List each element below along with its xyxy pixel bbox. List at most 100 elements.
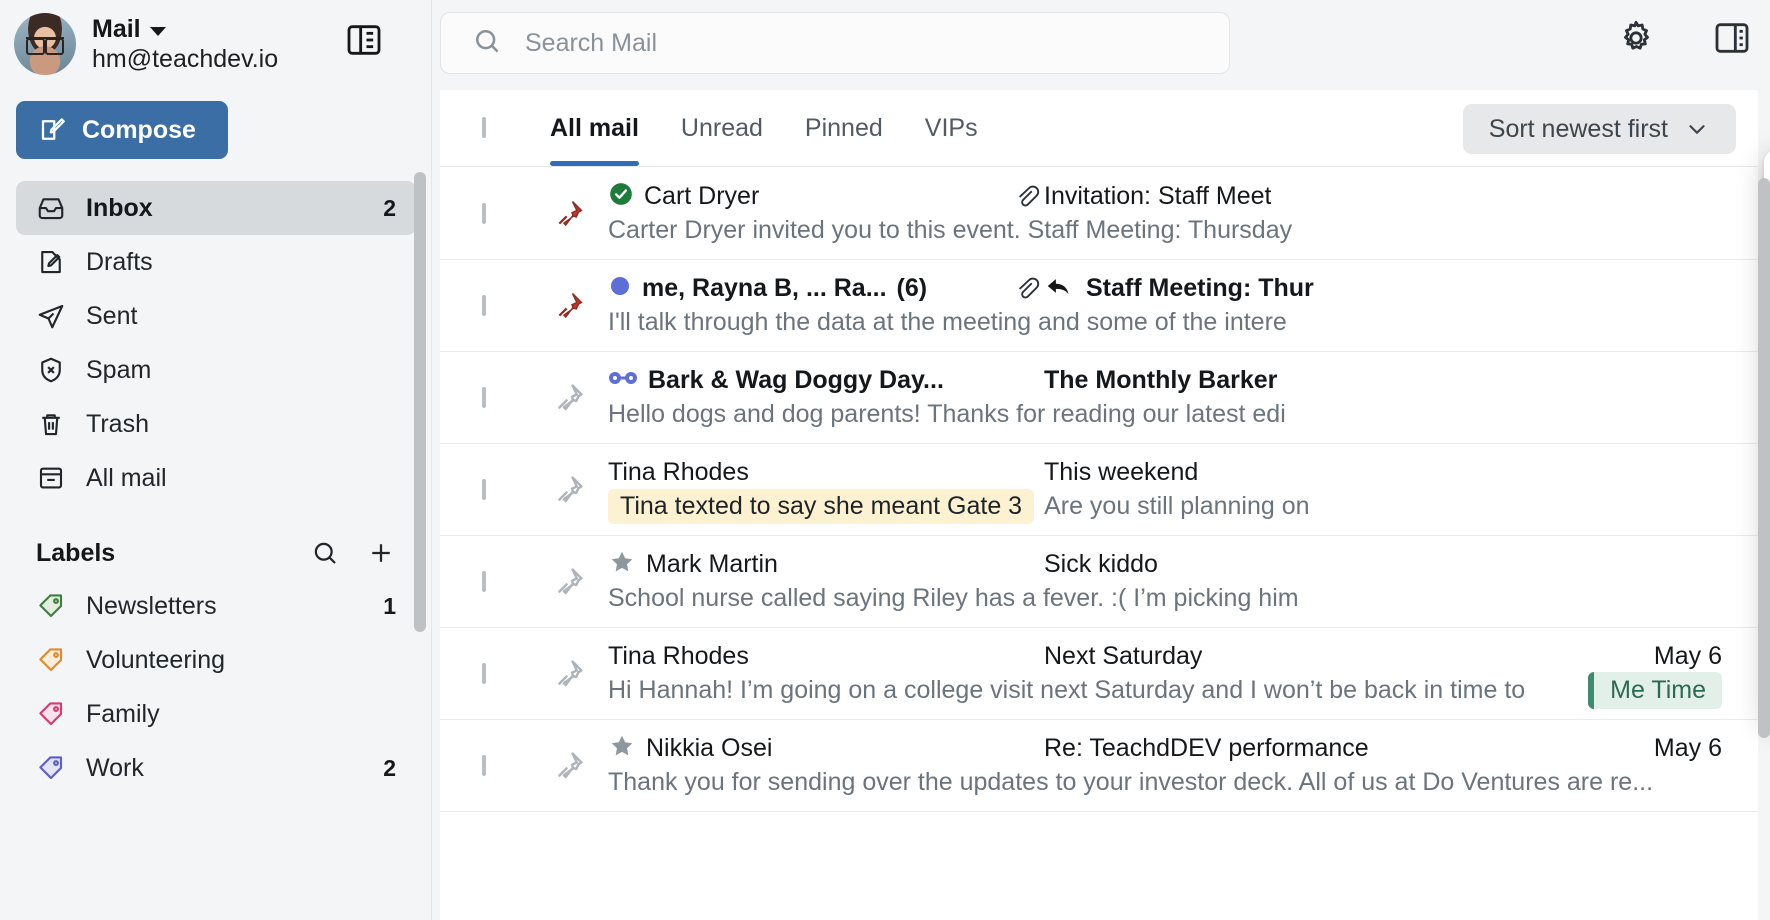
- row-checkbox[interactable]: [482, 478, 486, 500]
- sidebar-item-all-mail[interactable]: All mail: [16, 451, 416, 505]
- tab-all-mail[interactable]: All mail: [550, 90, 639, 166]
- date: May 6: [1653, 734, 1722, 762]
- plus-icon[interactable]: [366, 538, 396, 568]
- pin-outline-icon[interactable]: [552, 749, 586, 783]
- sender-name: Tina Rhodes: [608, 642, 749, 670]
- pin-icon[interactable]: [552, 289, 586, 323]
- sender-name: Nikkia Osei: [646, 734, 773, 762]
- avatar-glasses-detail: [25, 36, 65, 55]
- tag-icon: [39, 702, 63, 726]
- sidebar-item-count: 2: [383, 194, 396, 221]
- select-all-checkbox-wrap: [482, 117, 486, 138]
- sidebar-label-work[interactable]: Work 2: [16, 741, 416, 795]
- sender-name: Cart Dryer: [644, 182, 760, 210]
- app-title: Mail: [92, 14, 141, 43]
- table-row[interactable]: Cart Dryer Invitation: Staff Meet Carter…: [440, 168, 1758, 260]
- table-row[interactable]: me, Rayna B, ... Ra... (6) Staff Meeting…: [440, 260, 1758, 352]
- tabs: All mail Unread Pinned VIPs: [550, 90, 978, 166]
- subject: Re: TeachdDEV performance: [1044, 734, 1369, 762]
- sidebar-label-family[interactable]: Family: [16, 687, 416, 741]
- folder-nav: Inbox 2 Drafts Sent Spam Trash All mail: [0, 181, 432, 505]
- sidebar-item-spam[interactable]: Spam: [16, 343, 416, 397]
- chevron-down-icon: [1689, 125, 1705, 134]
- subject: Staff Meeting: Thur: [1086, 274, 1314, 302]
- pin-outline-icon[interactable]: [552, 657, 586, 691]
- snippet: Hi Hannah! I’m going on a college visit …: [608, 676, 1526, 704]
- row-checkbox[interactable]: [482, 754, 486, 776]
- tab-unread[interactable]: Unread: [681, 90, 763, 166]
- chevron-down-icon[interactable]: [149, 26, 166, 36]
- search-input[interactable]: [525, 28, 1125, 58]
- tag-icon: [39, 594, 63, 618]
- pin-outline-icon[interactable]: [552, 381, 586, 415]
- sidebar-item-label: Drafts: [86, 247, 153, 276]
- star-icon[interactable]: [608, 548, 636, 581]
- sidebar-label-volunteering[interactable]: Volunteering: [16, 633, 416, 687]
- snippet: I'll talk through the data at the meetin…: [608, 308, 1287, 336]
- sidebar-item-label: Sent: [86, 301, 138, 330]
- sidebar-item-inbox[interactable]: Inbox 2: [16, 181, 416, 235]
- tab-vips[interactable]: VIPs: [925, 90, 978, 166]
- app-title-row[interactable]: Mail: [92, 15, 278, 44]
- tag-icon: [39, 648, 63, 672]
- all-mail-archive-icon: [39, 467, 63, 489]
- verified-check-icon: [608, 181, 634, 212]
- search-icon[interactable]: [310, 538, 340, 568]
- pin-outline-icon[interactable]: [552, 565, 586, 599]
- sidebar-item-trash[interactable]: Trash: [16, 397, 416, 451]
- avatar[interactable]: [14, 13, 76, 75]
- email-rows: Cart Dryer Invitation: Staff Meet Carter…: [440, 168, 1758, 920]
- main-area: All mail Unread Pinned VIPs Sort newest …: [432, 0, 1770, 920]
- reply-arrow-icon: [1044, 271, 1074, 306]
- pin-outline-icon[interactable]: [552, 473, 586, 507]
- subject: This weekend: [1044, 458, 1199, 486]
- right-panel-toggle-icon[interactable]: [1712, 18, 1752, 58]
- table-row[interactable]: Tina Rhodes This weekend Tina texted to …: [440, 444, 1758, 536]
- gear-icon[interactable]: [1616, 18, 1656, 58]
- category-chip[interactable]: Me Time: [1588, 672, 1722, 709]
- mail-app: Mail hm@teachdev.io Compose Inbox 2 Draf…: [0, 0, 1770, 920]
- pin-icon[interactable]: [552, 197, 586, 231]
- mail-list-scrollbar[interactable]: [1758, 178, 1770, 738]
- row-checkbox[interactable]: [482, 386, 486, 408]
- labels-title: Labels: [36, 538, 116, 567]
- search-icon: [471, 25, 503, 62]
- attachment-icon: [1008, 183, 1044, 211]
- unread-dot-icon: [608, 274, 632, 303]
- sidebar-scrollbar[interactable]: [414, 172, 426, 632]
- tab-pinned[interactable]: Pinned: [805, 90, 883, 166]
- spam-shield-icon: [41, 357, 61, 383]
- sidebar-item-drafts[interactable]: Drafts: [16, 235, 416, 289]
- tab-label: Pinned: [804, 113, 883, 142]
- compose-pencil-icon: [41, 118, 65, 140]
- labels-list: Newsletters 1 Volunteering Family Work 2: [0, 575, 432, 795]
- left-panel-toggle-icon[interactable]: [344, 20, 384, 60]
- row-checkbox[interactable]: [482, 202, 486, 224]
- table-row[interactable]: Nikkia Osei Re: TeachdDEV performance Ma…: [440, 720, 1758, 812]
- snippet: School nurse called saying Riley has a f…: [608, 584, 1299, 612]
- star-icon[interactable]: [608, 732, 636, 765]
- tab-label: All mail: [550, 113, 639, 142]
- label-count: 2: [383, 754, 396, 781]
- search-box[interactable]: [440, 12, 1230, 74]
- inbox-icon: [38, 198, 64, 220]
- sort-button[interactable]: Sort newest first: [1462, 104, 1736, 154]
- compose-button[interactable]: Compose: [16, 101, 228, 159]
- label-name: Work: [86, 753, 144, 782]
- sender-name: Bark & Wag Doggy Day...: [648, 366, 944, 394]
- account-text: Mail hm@teachdev.io: [92, 15, 278, 74]
- sidebar-item-sent[interactable]: Sent: [16, 289, 416, 343]
- row-checkbox[interactable]: [482, 294, 486, 316]
- table-row[interactable]: Bark & Wag Doggy Day... The Monthly Bark…: [440, 352, 1758, 444]
- select-all-checkbox[interactable]: [482, 117, 486, 138]
- table-row[interactable]: Tina Rhodes Next Saturday May 6 Hi Hanna…: [440, 628, 1758, 720]
- label-count: 1: [383, 592, 396, 619]
- table-row[interactable]: Mark Martin Sick kiddo School nurse call…: [440, 536, 1758, 628]
- search-bar-region: [432, 0, 1770, 92]
- sidebar-label-newsletters[interactable]: Newsletters 1: [16, 579, 416, 633]
- row-checkbox[interactable]: [482, 662, 486, 684]
- sent-paper-plane-icon: [38, 304, 64, 329]
- row-checkbox[interactable]: [482, 570, 486, 592]
- tabs-row: All mail Unread Pinned VIPs Sort newest …: [440, 90, 1758, 167]
- account-email: hm@teachdev.io: [92, 44, 279, 73]
